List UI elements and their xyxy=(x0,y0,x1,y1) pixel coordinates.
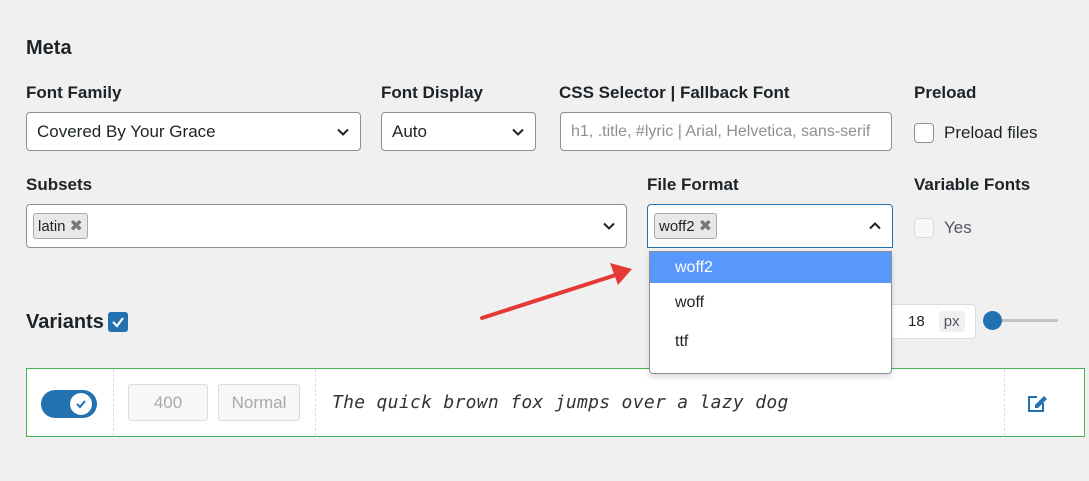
css-selector-placeholder: h1, .title, #lyric | Arial, Helvetica, s… xyxy=(571,122,871,140)
file-format-tag[interactable]: woff2 ✖ xyxy=(654,213,717,239)
preload-checkbox[interactable] xyxy=(914,123,934,143)
css-selector-input[interactable]: h1, .title, #lyric | Arial, Helvetica, s… xyxy=(560,112,892,151)
edit-icon[interactable] xyxy=(1024,390,1050,416)
meta-heading: Meta xyxy=(26,37,72,59)
font-size-input[interactable]: 18 px xyxy=(892,304,976,339)
font-size-unit: px xyxy=(938,311,965,332)
variants-heading: Variants xyxy=(26,311,104,333)
subsets-select[interactable]: latin ✖ xyxy=(26,204,627,248)
file-format-option[interactable]: woff2 xyxy=(650,252,891,283)
remove-tag-icon[interactable]: ✖ xyxy=(70,216,83,236)
variants-checkbox[interactable] xyxy=(108,312,128,332)
variable-fonts-label: Variable Fonts xyxy=(914,175,1031,194)
variant-toggle[interactable] xyxy=(41,390,97,418)
file-format-tag-label: woff2 xyxy=(659,217,695,235)
remove-tag-icon[interactable]: ✖ xyxy=(699,216,712,236)
file-format-dropdown: woff2 woff ttf xyxy=(649,251,892,374)
annotation-arrow xyxy=(480,263,632,320)
divider xyxy=(113,369,114,436)
file-format-option[interactable]: woff xyxy=(650,283,891,322)
subset-tag[interactable]: latin ✖ xyxy=(33,213,88,239)
chevron-up-icon xyxy=(869,222,881,230)
variant-weight: 400 xyxy=(128,384,208,421)
font-family-value: Covered By Your Grace xyxy=(37,121,216,141)
font-display-select[interactable]: Auto xyxy=(381,112,536,151)
divider xyxy=(315,369,316,436)
subsets-label: Subsets xyxy=(26,175,93,194)
font-family-select[interactable]: Covered By Your Grace xyxy=(26,112,361,151)
variable-fonts-checkbox[interactable] xyxy=(914,218,934,238)
preload-label: Preload xyxy=(914,83,977,102)
variant-row: 400 Normal The quick brown fox jumps ove… xyxy=(26,368,1085,437)
subset-tag-label: latin xyxy=(38,217,66,235)
font-display-value: Auto xyxy=(392,121,427,141)
file-format-select[interactable]: woff2 ✖ xyxy=(647,204,893,248)
preload-checkbox-label[interactable]: Preload files xyxy=(944,123,1038,143)
chevron-down-icon xyxy=(512,128,524,136)
checkmark-icon xyxy=(76,400,86,409)
font-size-value: 18 xyxy=(908,313,925,330)
file-format-label: File Format xyxy=(647,175,739,194)
divider xyxy=(1004,369,1005,436)
file-format-option[interactable]: ttf xyxy=(650,322,891,361)
font-preview-text: The quick brown fox jumps over a lazy do… xyxy=(332,392,789,413)
checkmark-icon xyxy=(112,317,124,328)
font-size-slider-handle[interactable] xyxy=(983,311,1002,330)
chevron-down-icon xyxy=(337,128,349,136)
variable-fonts-checkbox-label[interactable]: Yes xyxy=(944,218,972,238)
toggle-knob xyxy=(70,393,92,415)
variant-style: Normal xyxy=(218,384,300,421)
font-display-label: Font Display xyxy=(381,83,484,102)
css-selector-label: CSS Selector | Fallback Font xyxy=(559,83,790,102)
chevron-down-icon xyxy=(603,222,615,230)
font-family-label: Font Family xyxy=(26,83,122,102)
